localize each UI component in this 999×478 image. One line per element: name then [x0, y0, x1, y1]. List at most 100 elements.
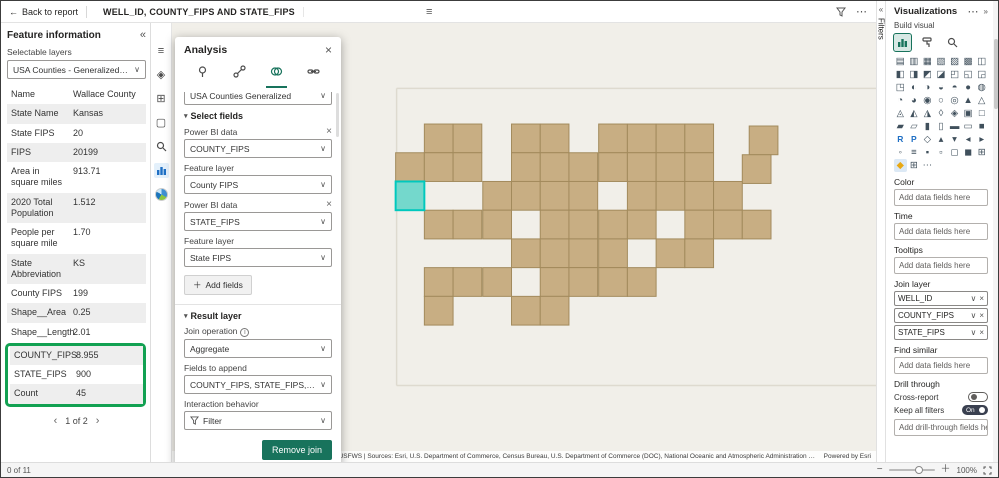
visual-type-icon[interactable]: ▰	[894, 120, 907, 133]
build-visual-tab-icon[interactable]	[893, 33, 912, 52]
visual-type-icon[interactable]: ▴	[935, 133, 948, 146]
county-shape[interactable]	[655, 180, 686, 211]
visual-type-icon[interactable]: ◧	[894, 68, 907, 81]
county-shape[interactable]	[511, 295, 541, 326]
visual-type-icon[interactable]: ◩	[921, 68, 934, 81]
visual-type-icon[interactable]: ⊞	[975, 146, 988, 159]
visual-type-icon[interactable]: □	[975, 107, 988, 120]
visual-type-icon[interactable]: ◮	[921, 107, 934, 120]
visual-type-icon[interactable]: ▭	[962, 120, 975, 133]
table-row[interactable]: Area in square miles 913.71	[7, 162, 146, 193]
county-shape[interactable]	[598, 152, 628, 182]
visual-type-icon[interactable]: ▨	[948, 55, 961, 68]
table-row[interactable]: County FIPS 199	[7, 284, 146, 303]
visual-type-icon[interactable]: ▧	[935, 55, 948, 68]
county-shape[interactable]	[626, 267, 657, 297]
visual-type-icon[interactable]: ◻	[948, 146, 961, 159]
next-page-icon[interactable]: ›	[96, 415, 100, 427]
county-shape[interactable]	[539, 209, 570, 240]
county-shape[interactable]	[539, 123, 570, 154]
county-shape[interactable]	[539, 267, 570, 297]
join-layer-dropdown-clipped[interactable]: USA Counties Generalized ∨	[184, 92, 332, 105]
table-row[interactable]: STATE_FIPS 900	[10, 365, 143, 384]
pane-scrollbar[interactable]	[993, 1, 998, 462]
county-shape[interactable]	[568, 209, 599, 240]
visual-type-icon[interactable]: ▥	[908, 55, 921, 68]
pane-options-icon[interactable]: ⋯	[968, 5, 980, 18]
canvas-menu-icon[interactable]: ≡	[426, 6, 432, 18]
county-shape[interactable]	[423, 152, 454, 182]
field-pill[interactable]: WELL_ID ∨ ×	[894, 291, 988, 306]
search-icon[interactable]	[154, 139, 169, 154]
visual-type-icon[interactable]: ▯	[935, 120, 948, 133]
county-shape[interactable]	[626, 209, 657, 240]
interaction-behavior-dropdown[interactable]: Filter ∨	[184, 411, 332, 430]
feature-layer-dropdown[interactable]: State FIPS ∨	[184, 248, 332, 267]
basemap-icon[interactable]: ⊞	[154, 91, 169, 106]
visual-type-icon[interactable]: ▮	[921, 120, 934, 133]
power-bi-data-dropdown[interactable]: COUNTY_FIPS ∨	[184, 139, 332, 158]
county-shape[interactable]	[626, 152, 657, 182]
route-tab-icon[interactable]	[229, 63, 250, 88]
county-shape[interactable]	[598, 238, 628, 269]
zoom-in-icon[interactable]: ＋	[941, 465, 951, 475]
visual-type-icon[interactable]: ▪	[921, 146, 934, 159]
previous-page-icon[interactable]: ‹	[54, 415, 58, 427]
table-row[interactable]: State Name Kansas	[7, 104, 146, 124]
filters-pane-collapsed[interactable]: « Filters	[876, 1, 886, 462]
county-shape[interactable]	[482, 209, 513, 240]
visual-type-icon[interactable]: ◉	[921, 94, 934, 107]
county-shape[interactable]	[423, 295, 454, 326]
county-shape[interactable]	[511, 152, 541, 182]
info-icon[interactable]: i	[240, 328, 250, 337]
visual-type-icon[interactable]: ◰	[948, 68, 961, 81]
county-shape[interactable]	[452, 209, 483, 240]
county-shape[interactable]	[684, 209, 715, 240]
table-row[interactable]: Name Wallace County	[7, 85, 146, 104]
visual-type-icon[interactable]: ▩	[962, 55, 975, 68]
esri-logo-icon[interactable]	[154, 187, 169, 202]
table-row[interactable]: Count 45	[10, 384, 143, 404]
table-row[interactable]: Shape__Area 0.25	[7, 303, 146, 323]
county-shape[interactable]	[482, 180, 513, 211]
visual-type-icon[interactable]: ◇	[921, 133, 934, 146]
chevron-down-icon[interactable]: ∨	[970, 328, 976, 337]
visual-type-icon[interactable]: ◂	[962, 133, 975, 146]
county-shape[interactable]	[482, 267, 513, 297]
visual-type-icon[interactable]: ◭	[908, 107, 921, 120]
county-shape[interactable]	[626, 180, 657, 211]
visual-type-icon[interactable]: ◊	[935, 107, 948, 120]
county-shape[interactable]	[713, 209, 743, 240]
visual-type-icon[interactable]: ○	[935, 94, 948, 107]
county-shape[interactable]	[423, 267, 454, 297]
dialog-scrollbar[interactable]	[336, 93, 339, 137]
close-icon[interactable]: ×	[325, 43, 332, 57]
visual-type-icon[interactable]: ◓	[948, 81, 961, 94]
table-row[interactable]: People per square mile 1.70	[7, 223, 146, 254]
visual-type-icon[interactable]: ▤	[894, 55, 907, 68]
visual-type-icon[interactable]: ◦	[894, 146, 907, 159]
county-shape[interactable]	[598, 209, 628, 240]
county-shape[interactable]	[598, 123, 628, 154]
chevron-down-icon[interactable]: ∨	[970, 294, 976, 303]
remove-field-icon[interactable]: ×	[979, 311, 984, 320]
remove-field-icon[interactable]: ×	[326, 199, 332, 210]
fields-to-append-dropdown[interactable]: COUNTY_FIPS, STATE_FIPS, Count ∨	[184, 375, 332, 394]
color-field-well[interactable]: Add data fields here	[894, 189, 988, 206]
visual-type-icon[interactable]: R	[894, 133, 907, 146]
county-shape[interactable]	[568, 180, 599, 211]
visual-type-icon[interactable]: ◼	[962, 146, 975, 159]
visual-type-icon[interactable]: ◐	[908, 81, 921, 94]
visual-type-icon[interactable]: ◱	[962, 68, 975, 81]
remove-join-button[interactable]: Remove join	[261, 440, 332, 460]
county-shape[interactable]	[655, 123, 686, 154]
field-pill[interactable]: STATE_FIPS ∨ ×	[894, 325, 988, 340]
county-shape[interactable]	[748, 125, 779, 156]
visual-type-icon[interactable]: ◔	[894, 94, 907, 107]
collapse-pane-icon[interactable]: »	[984, 7, 988, 16]
time-field-well[interactable]: Add data fields here	[894, 223, 988, 240]
collapse-panel-icon[interactable]: «	[140, 29, 146, 41]
chevron-down-icon[interactable]: ∨	[970, 311, 976, 320]
county-shape[interactable]	[568, 238, 599, 269]
county-shape[interactable]	[539, 295, 570, 326]
